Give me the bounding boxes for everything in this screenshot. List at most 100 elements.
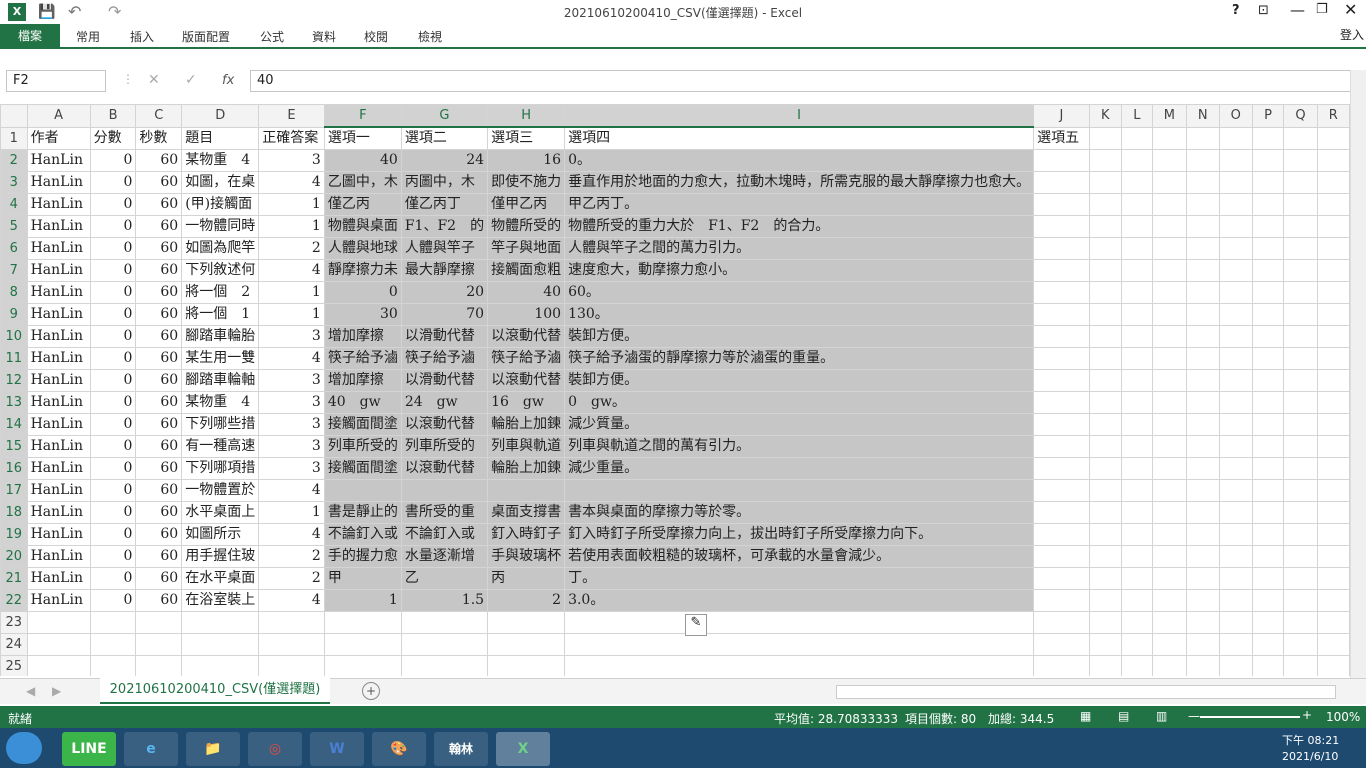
cell-M8[interactable]: [1151, 281, 1187, 304]
cell-O25[interactable]: [1218, 655, 1253, 676]
zoom-out-icon[interactable]: —: [1188, 709, 1200, 723]
cell-P23[interactable]: [1251, 611, 1285, 634]
cell-N20[interactable]: [1185, 545, 1220, 568]
cell-Q23[interactable]: [1283, 611, 1318, 634]
cancel-icon[interactable]: ✕: [148, 72, 160, 88]
cell-B13[interactable]: 0: [89, 391, 137, 414]
cell-G19[interactable]: 不論釘入或: [400, 523, 489, 546]
cell-R3[interactable]: [1316, 171, 1350, 194]
cell-I10[interactable]: 裝卸方便。: [564, 325, 1035, 348]
cell-E2[interactable]: 3: [258, 149, 325, 172]
cell-Q2[interactable]: [1283, 149, 1318, 172]
cell-C15[interactable]: 60: [135, 435, 183, 458]
cell-H16[interactable]: 輪胎上加鍊: [487, 457, 566, 480]
cell-F11[interactable]: 筷子給予滷: [323, 347, 402, 370]
cell-J20[interactable]: [1033, 545, 1090, 568]
column-header-H[interactable]: H: [487, 104, 566, 128]
cell-Q8[interactable]: [1283, 281, 1318, 304]
cell-G2[interactable]: 24: [400, 149, 489, 172]
tab-view[interactable]: 檢視: [418, 28, 442, 45]
cell-R15[interactable]: [1316, 435, 1350, 458]
cell-C7[interactable]: 60: [135, 259, 183, 282]
cell-J7[interactable]: [1033, 259, 1090, 282]
cell-O8[interactable]: [1218, 281, 1253, 304]
cell-O17[interactable]: [1218, 479, 1253, 502]
cell-Q5[interactable]: [1283, 215, 1318, 238]
cell-A20[interactable]: HanLin: [26, 545, 91, 568]
row-header[interactable]: 13: [0, 391, 28, 414]
cell-L10[interactable]: [1120, 325, 1153, 348]
cell-P21[interactable]: [1251, 567, 1285, 590]
row-header[interactable]: 20: [0, 545, 28, 568]
cell-C25[interactable]: [135, 655, 183, 676]
cell-M7[interactable]: [1151, 259, 1187, 282]
zoom-level[interactable]: 100%: [1326, 710, 1360, 724]
cell-B17[interactable]: 0: [89, 479, 137, 502]
cell-N8[interactable]: [1185, 281, 1220, 304]
cell-N19[interactable]: [1185, 523, 1220, 546]
cell-G8[interactable]: 20: [400, 281, 489, 304]
cell-C17[interactable]: 60: [135, 479, 183, 502]
cell-A13[interactable]: HanLin: [26, 391, 91, 414]
cell-R14[interactable]: [1316, 413, 1350, 436]
cell-J14[interactable]: [1033, 413, 1090, 436]
cell-E5[interactable]: 1: [258, 215, 325, 238]
cell-N21[interactable]: [1185, 567, 1220, 590]
cell-B2[interactable]: 0: [89, 149, 137, 172]
cell-R16[interactable]: [1316, 457, 1350, 480]
cell-R13[interactable]: [1316, 391, 1350, 414]
cell-K16[interactable]: [1088, 457, 1122, 480]
cell-O16[interactable]: [1218, 457, 1253, 480]
cell-P1[interactable]: [1251, 126, 1285, 150]
cell-L16[interactable]: [1120, 457, 1153, 480]
row-header[interactable]: 23: [0, 611, 28, 634]
cell-N22[interactable]: [1185, 589, 1220, 612]
cell-M16[interactable]: [1151, 457, 1187, 480]
cell-D22[interactable]: 在浴室裝上: [181, 589, 260, 612]
cell-Q20[interactable]: [1283, 545, 1318, 568]
cell-D3[interactable]: 如圖，在桌: [181, 171, 260, 194]
cell-C11[interactable]: 60: [135, 347, 183, 370]
cell-D21[interactable]: 在水平桌面: [181, 567, 260, 590]
prev-sheet-icon[interactable]: ◀: [26, 684, 35, 698]
cell-A23[interactable]: [26, 611, 91, 634]
column-header-K[interactable]: K: [1088, 104, 1122, 128]
column-header-M[interactable]: M: [1151, 104, 1187, 128]
cell-C20[interactable]: 60: [135, 545, 183, 568]
cell-F15[interactable]: 列車所受的: [323, 435, 402, 458]
restore-button[interactable]: ❐: [1316, 2, 1328, 17]
cell-A21[interactable]: HanLin: [26, 567, 91, 590]
cell-K9[interactable]: [1088, 303, 1122, 326]
cell-L1[interactable]: [1120, 126, 1153, 150]
cell-A2[interactable]: HanLin: [26, 149, 91, 172]
cell-F6[interactable]: 人體與地球: [323, 237, 402, 260]
cell-A10[interactable]: HanLin: [26, 325, 91, 348]
cell-G22[interactable]: 1.5: [400, 589, 489, 612]
row-header[interactable]: 16: [0, 457, 28, 480]
row-header[interactable]: 25: [0, 655, 28, 676]
cell-G7[interactable]: 最大靜摩擦: [400, 259, 489, 282]
cell-B6[interactable]: 0: [89, 237, 137, 260]
cell-C24[interactable]: [135, 633, 183, 656]
cell-K1[interactable]: [1088, 126, 1122, 150]
cell-I6[interactable]: 人體與竿子之間的萬力引力。: [564, 237, 1035, 260]
cell-P11[interactable]: [1251, 347, 1285, 370]
cell-K8[interactable]: [1088, 281, 1122, 304]
cell-G12[interactable]: 以滑動代替: [400, 369, 489, 392]
cell-O9[interactable]: [1218, 303, 1253, 326]
cell-B14[interactable]: 0: [89, 413, 137, 436]
cell-D2[interactable]: 某物重 4: [181, 149, 260, 172]
cell-A17[interactable]: HanLin: [26, 479, 91, 502]
cell-B9[interactable]: 0: [89, 303, 137, 326]
cell-A11[interactable]: HanLin: [26, 347, 91, 370]
cell-I7[interactable]: 速度愈大，動摩擦力愈小。: [564, 259, 1035, 282]
cell-L15[interactable]: [1120, 435, 1153, 458]
cell-Q17[interactable]: [1283, 479, 1318, 502]
cell-F18[interactable]: 書是靜止的: [323, 501, 402, 524]
cell-R6[interactable]: [1316, 237, 1350, 260]
cell-C6[interactable]: 60: [135, 237, 183, 260]
cell-D1[interactable]: 題目: [181, 126, 260, 150]
cell-F2[interactable]: 40: [323, 149, 402, 172]
cell-D15[interactable]: 有一種高速: [181, 435, 260, 458]
cell-M21[interactable]: [1151, 567, 1187, 590]
